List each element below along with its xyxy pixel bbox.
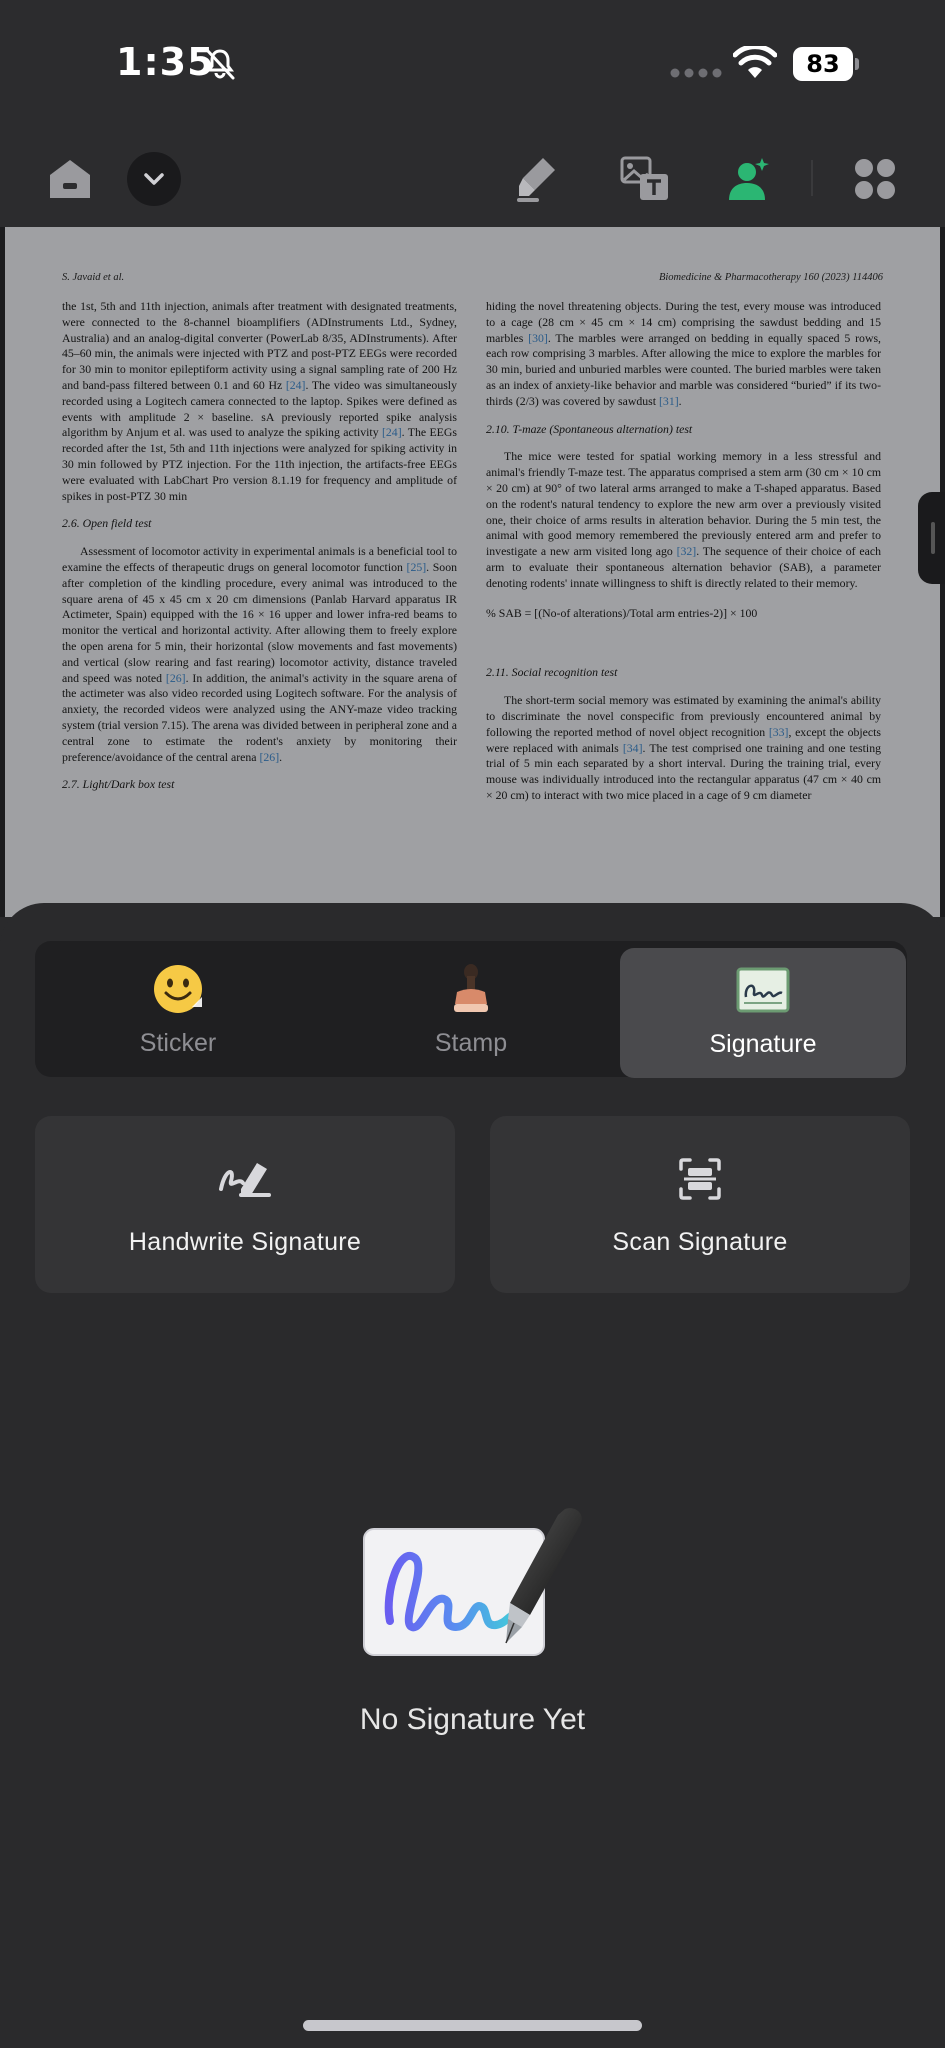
citation-link[interactable]: [31] [659, 394, 679, 408]
paragraph: hiding the novel threatening objects. Du… [486, 299, 882, 408]
battery-level: 83 [793, 47, 853, 81]
handwrite-signature-icon [215, 1154, 275, 1204]
home-indicator[interactable] [303, 2020, 642, 2031]
dropdown-button[interactable] [127, 152, 181, 206]
toolbar-divider [811, 160, 813, 196]
running-header-journal: Biomedicine & Pharmacotherapy 160 (2023)… [658, 272, 883, 283]
section-heading: 2.10. T-maze (Spontaneous alternation) t… [486, 421, 693, 436]
cellular-dots-icon [670, 68, 722, 78]
section-heading: 2.7. Light/Dark box test [62, 777, 175, 792]
person-add-icon [729, 158, 769, 200]
citation-link[interactable]: [25] [407, 560, 427, 574]
scroll-handle[interactable] [918, 492, 945, 584]
top-toolbar [0, 130, 945, 227]
paragraph: the 1st, 5th and 11th injection, animals… [62, 299, 457, 503]
smiley-sticker-icon [150, 961, 206, 1017]
citation-link[interactable]: [32] [677, 544, 697, 558]
handwrite-signature-label: Handwrite Signature [128, 1228, 362, 1256]
citation-link[interactable]: [26] [166, 671, 186, 685]
paragraph: Assessment of locomotor activity in expe… [62, 544, 457, 764]
grid-icon [855, 159, 895, 199]
citation-link[interactable]: [30] [528, 331, 548, 345]
scan-signature-button[interactable]: Scan Signature [490, 1116, 910, 1293]
citation-link[interactable]: [26] [259, 750, 279, 764]
citation-link[interactable]: [33] [769, 725, 789, 739]
pdf-page: S. Javaid et al. Biomedicine & Pharmacot… [5, 227, 940, 917]
bell-slash-icon [205, 48, 235, 80]
section-heading: 2.6. Open field test [62, 516, 152, 531]
signature-bottom-sheet: Sticker Stamp Signature Handwrite Signat… [0, 903, 945, 2048]
tab-signature-label: Signature [709, 1030, 817, 1058]
battery-icon: 83 [793, 47, 859, 81]
image-text-button[interactable] [618, 152, 672, 206]
text-column-right: hiding the novel threatening objects. Du… [486, 299, 881, 810]
empty-state-text: No Signature Yet [359, 1703, 586, 1736]
paragraph: The short-term social memory was estimat… [486, 693, 881, 802]
citation-link[interactable]: [24] [286, 378, 306, 392]
citation-link[interactable]: [34] [623, 741, 643, 755]
image-text-icon [620, 156, 668, 200]
formula: % SAB = [(No-of alterations)/Total arm e… [486, 605, 758, 620]
tab-sticker-label: Sticker [139, 1029, 217, 1057]
signature-pen-illustration [363, 1508, 582, 1656]
add-signature-person-button[interactable] [722, 152, 776, 206]
stamp-icon [443, 961, 499, 1017]
text-column-left: the 1st, 5th and 11th injection, animals… [62, 299, 457, 805]
paragraph: The mice were tested for spatial working… [486, 449, 881, 590]
document-viewer[interactable]: S. Javaid et al. Biomedicine & Pharmacot… [0, 227, 945, 917]
citation-link[interactable]: [24] [382, 425, 402, 439]
tab-signature[interactable]: Signature [620, 948, 906, 1078]
status-time: 1:35 [116, 40, 215, 84]
apps-grid-button[interactable] [848, 152, 902, 206]
running-header-author: S. Javaid et al. [62, 272, 125, 283]
highlighter-icon [517, 158, 555, 202]
home-button[interactable] [43, 152, 97, 206]
chevron-down-icon [144, 173, 164, 185]
tab-stamp[interactable]: Stamp [328, 941, 614, 1077]
scan-signature-icon [670, 1154, 730, 1204]
highlighter-button[interactable] [510, 152, 564, 206]
wifi-icon [733, 46, 777, 78]
tab-stamp-label: Stamp [434, 1029, 508, 1057]
signature-icon [735, 962, 791, 1018]
scan-signature-label: Scan Signature [612, 1228, 788, 1256]
section-heading: 2.11. Social recognition test [486, 665, 618, 680]
category-segmented-control: Sticker Stamp Signature [35, 941, 907, 1078]
home-icon [50, 160, 90, 198]
handwrite-signature-button[interactable]: Handwrite Signature [35, 1116, 455, 1293]
status-bar: 1:35 83 [0, 0, 945, 130]
tab-sticker[interactable]: Sticker [35, 941, 321, 1077]
